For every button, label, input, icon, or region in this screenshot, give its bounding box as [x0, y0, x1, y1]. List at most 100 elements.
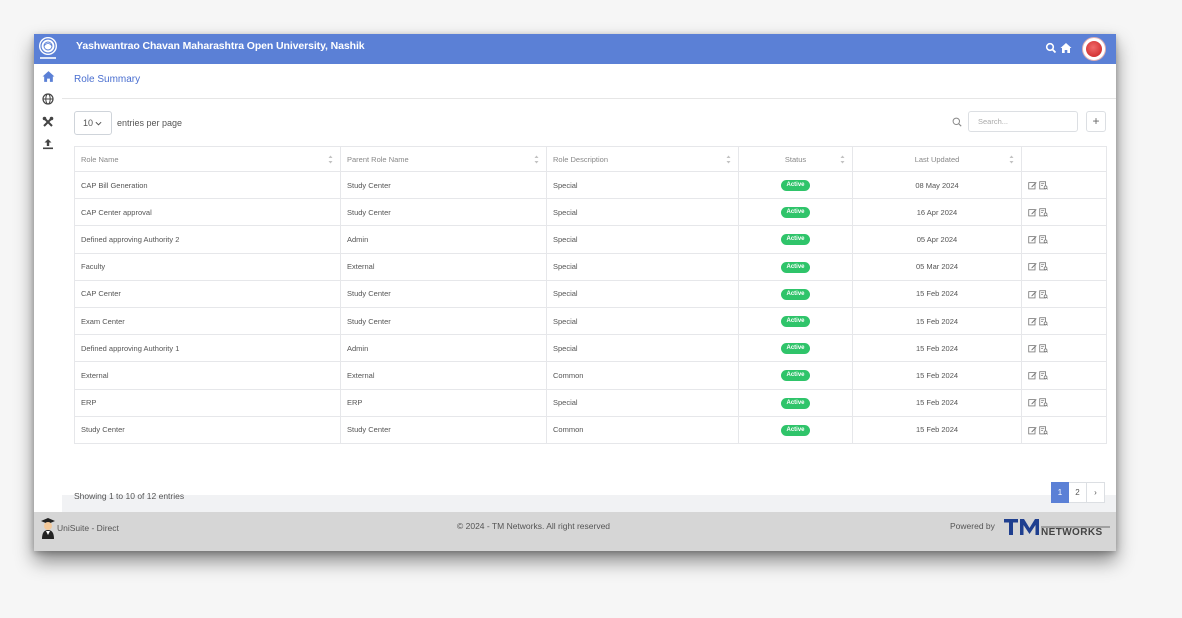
footer: UniSuite - Direct © 2024 - TM Networks. …	[34, 512, 1116, 551]
edit-icon[interactable]	[1028, 181, 1037, 190]
view-details-icon[interactable]	[1039, 398, 1048, 408]
actions-cell	[1021, 225, 1107, 254]
view-details-icon[interactable]	[1039, 425, 1048, 435]
role-description-cell: Special	[546, 170, 739, 200]
edit-icon[interactable]	[1028, 426, 1037, 435]
sidebar-item-globe[interactable]	[40, 91, 56, 107]
view-details-icon[interactable]	[1039, 208, 1048, 217]
search-input[interactable]	[968, 111, 1078, 132]
view-details-icon[interactable]	[1039, 289, 1048, 299]
status-cell: Active	[738, 252, 853, 281]
role-description-cell: Special	[546, 388, 739, 417]
status-badge: Active	[781, 424, 810, 436]
view-details-icon[interactable]	[1039, 317, 1048, 326]
next-page-button[interactable]: ›	[1087, 482, 1105, 503]
role-description-cell: Common	[546, 415, 739, 444]
last-updated-cell: 15 Feb 2024	[852, 306, 1022, 336]
sidebar-item-tools[interactable]	[40, 114, 56, 130]
actions-cell	[1021, 361, 1107, 390]
role-name-cell: External	[74, 361, 341, 390]
status-cell: Active	[738, 334, 853, 363]
column-header-parent-role[interactable]: Parent Role Name	[340, 146, 547, 172]
globe-icon	[42, 93, 54, 105]
last-updated-cell: 05 Mar 2024	[852, 252, 1022, 281]
column-header-status[interactable]: Status	[738, 146, 853, 172]
parent-role-cell: External	[340, 361, 547, 390]
home-icon[interactable]	[1060, 42, 1072, 54]
edit-icon[interactable]	[1028, 317, 1037, 326]
parent-role-cell: Study Center	[340, 170, 547, 200]
search-icon[interactable]	[1045, 42, 1057, 54]
status-badge: Active	[781, 261, 810, 273]
sidebar-item-home[interactable]	[40, 68, 56, 84]
edit-icon[interactable]	[1028, 344, 1037, 353]
status-badge: Active	[781, 288, 810, 300]
view-details-icon[interactable]	[1039, 371, 1048, 380]
actions-cell	[1021, 388, 1107, 417]
graduate-mascot-icon	[41, 518, 55, 539]
edit-icon[interactable]	[1028, 371, 1037, 380]
parent-role-cell: Study Center	[340, 279, 547, 308]
powered-by-label: Powered by	[950, 521, 995, 531]
university-logo	[39, 37, 57, 59]
edit-icon[interactable]	[1028, 398, 1037, 407]
status-cell: Active	[738, 198, 853, 227]
edit-icon[interactable]	[1028, 235, 1037, 244]
role-description-cell: Common	[546, 361, 739, 390]
role-description-cell: Special	[546, 198, 739, 227]
table-row: Exam Center Study Center Special Active 15 F…	[74, 306, 1107, 336]
role-description-cell: Special	[546, 306, 739, 336]
column-header-last-updated[interactable]: Last Updated	[852, 146, 1022, 172]
university-name: Yashwantrao Chavan Maharashtra Open Univ…	[76, 40, 365, 52]
last-updated-cell: 15 Feb 2024	[852, 279, 1022, 308]
status-badge: Active	[781, 207, 810, 219]
sort-icon	[328, 155, 333, 164]
table-row: CAP Center approval Study Center Special Ac…	[74, 198, 1107, 227]
entries-per-page-label: entries per page	[117, 118, 183, 128]
last-updated-cell: 16 Apr 2024	[852, 198, 1022, 227]
sidebar-item-upload[interactable]	[40, 136, 56, 152]
role-description-cell: Special	[546, 279, 739, 308]
parent-role-cell: External	[340, 252, 547, 281]
edit-icon[interactable]	[1028, 290, 1037, 299]
table-row: CAP Center Study Center Special Active 15 Fe…	[74, 279, 1107, 308]
sort-icon	[534, 155, 539, 164]
upload-icon	[43, 139, 53, 150]
sort-icon	[726, 155, 731, 164]
status-badge: Active	[781, 234, 810, 246]
page-1-button[interactable]: 1	[1051, 482, 1069, 503]
status-badge: Active	[781, 316, 810, 328]
last-updated-cell: 15 Feb 2024	[852, 415, 1022, 444]
table-header-row: Role Name Parent Role Name Role Descript…	[74, 146, 1107, 172]
status-cell: Active	[738, 415, 853, 444]
parent-role-cell: Study Center	[340, 415, 547, 444]
actions-cell	[1021, 198, 1107, 227]
table-row: Study Center Study Center Common Active 15 F…	[74, 415, 1107, 444]
view-details-icon[interactable]	[1039, 262, 1048, 272]
parent-role-cell: Admin	[340, 225, 547, 254]
view-details-icon[interactable]	[1039, 235, 1048, 244]
status-cell: Active	[738, 279, 853, 308]
edit-icon[interactable]	[1028, 262, 1037, 271]
edit-icon[interactable]	[1028, 208, 1037, 217]
role-name-cell: CAP Bill Generation	[74, 170, 341, 200]
status-badge: Active	[781, 370, 810, 382]
actions-cell	[1021, 252, 1107, 281]
add-role-button[interactable]: +	[1086, 111, 1106, 132]
role-description-cell: Special	[546, 225, 739, 254]
table-row: ERP ERP Special Active 15 Feb 2024	[74, 388, 1107, 417]
entries-per-page-select[interactable]: 10	[74, 111, 112, 135]
app-window: Yashwantrao Chavan Maharashtra Open Univ…	[34, 34, 1116, 551]
view-details-icon[interactable]	[1039, 344, 1048, 353]
status-cell: Active	[738, 170, 853, 200]
page-2-button[interactable]: 2	[1069, 482, 1087, 503]
actions-cell	[1021, 279, 1107, 308]
role-name-cell: Defined approving Authority 1	[74, 334, 341, 363]
role-description-cell: Special	[546, 252, 739, 281]
user-avatar[interactable]	[1082, 37, 1106, 61]
column-header-role-name[interactable]: Role Name	[74, 146, 341, 172]
actions-cell	[1021, 334, 1107, 363]
table-row: Defined approving Authority 1 Admin Specia…	[74, 334, 1107, 363]
column-header-role-description[interactable]: Role Description	[546, 146, 739, 172]
view-details-icon[interactable]	[1039, 181, 1048, 190]
